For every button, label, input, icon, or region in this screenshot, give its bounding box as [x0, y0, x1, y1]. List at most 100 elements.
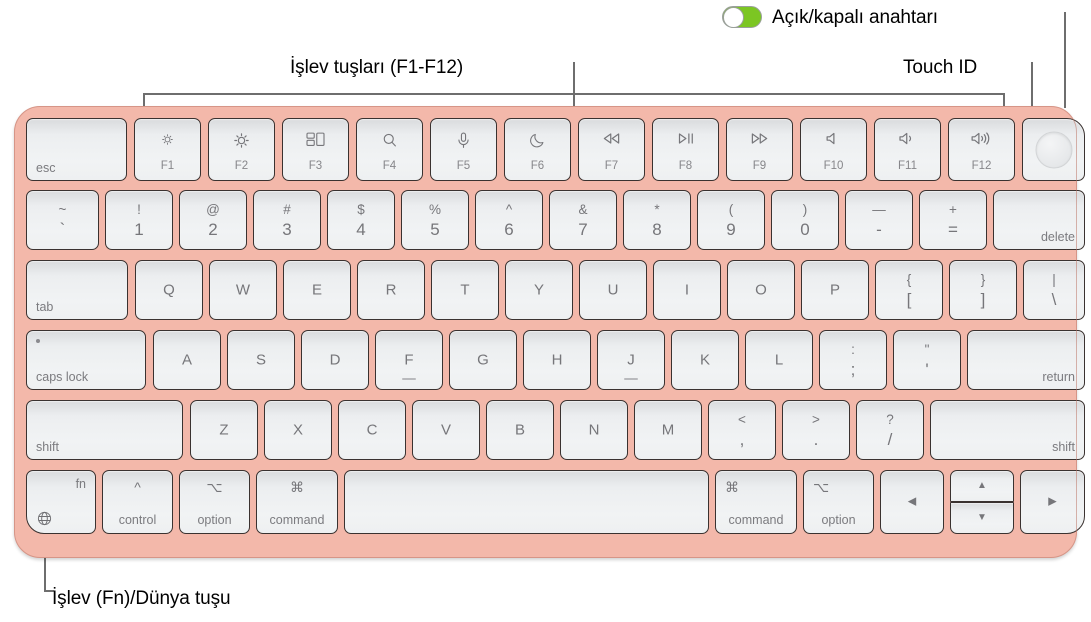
key-digit-7[interactable]: & 7: [549, 190, 617, 250]
key-digit-8[interactable]: * 8: [623, 190, 691, 250]
key-slash-question[interactable]: ? /: [856, 400, 924, 460]
key-digit-3[interactable]: # 3: [253, 190, 321, 250]
key-control-left[interactable]: ^ control: [102, 470, 173, 534]
key-2-lower: 2: [208, 220, 218, 240]
key-i-label: I: [684, 281, 690, 299]
key-command-left[interactable]: ⌘ command: [256, 470, 338, 534]
key-option-left[interactable]: ⌥ option: [179, 470, 250, 534]
key-arrow-right[interactable]: ▶: [1020, 470, 1085, 534]
key-bracket-left[interactable]: { [: [875, 260, 943, 320]
key-letter-u[interactable]: U: [579, 260, 647, 320]
key-backslash-upper: |: [1052, 271, 1056, 287]
key-letter-e[interactable]: E: [283, 260, 351, 320]
key-digit-4[interactable]: $ 4: [327, 190, 395, 250]
key-command-right[interactable]: ⌘ command: [715, 470, 797, 534]
key-digit-9[interactable]: ( 9: [697, 190, 765, 250]
key-letter-m[interactable]: M: [634, 400, 702, 460]
key-letter-o[interactable]: O: [727, 260, 795, 320]
key-backslash-pipe[interactable]: | \: [1023, 260, 1085, 320]
key-f8[interactable]: F8: [652, 118, 719, 181]
key-letter-b[interactable]: B: [486, 400, 554, 460]
key-comma-less[interactable]: < ,: [708, 400, 776, 460]
key-5-upper: %: [428, 201, 441, 217]
key-quote-apostrophe[interactable]: " ': [893, 330, 961, 390]
power-switch-toggle[interactable]: [722, 6, 762, 28]
key-arrow-down[interactable]: ▼: [950, 502, 1014, 534]
key-fn-globe[interactable]: fn: [26, 470, 96, 534]
key-letter-h[interactable]: H: [523, 330, 591, 390]
key-f10-label: F10: [823, 159, 844, 172]
leader-touch-id: [1031, 62, 1033, 108]
key-letter-n[interactable]: N: [560, 400, 628, 460]
key-f6[interactable]: F6: [504, 118, 571, 181]
key-digit-1[interactable]: ! 1: [105, 190, 173, 250]
key-letter-d[interactable]: D: [301, 330, 369, 390]
key-option-right[interactable]: ⌥ option: [803, 470, 874, 534]
key-letter-j[interactable]: J: [597, 330, 665, 390]
key-s-label: S: [255, 351, 266, 369]
key-q-label: Q: [163, 281, 175, 299]
key-f11[interactable]: F11: [874, 118, 941, 181]
key-letter-f[interactable]: F: [375, 330, 443, 390]
key-semicolon-colon[interactable]: : ;: [819, 330, 887, 390]
key-w-label: W: [235, 281, 251, 299]
key-equals-plus[interactable]: + =: [919, 190, 987, 250]
key-u-label: U: [607, 281, 619, 299]
key-letter-w[interactable]: W: [209, 260, 277, 320]
key-letter-i[interactable]: I: [653, 260, 721, 320]
key-period-greater[interactable]: > .: [782, 400, 850, 460]
key-letter-p[interactable]: P: [801, 260, 869, 320]
key-caps-lock[interactable]: caps lock: [26, 330, 146, 390]
key-letter-k[interactable]: K: [671, 330, 739, 390]
key-shift-right[interactable]: shift: [930, 400, 1085, 460]
key-1-upper: !: [137, 201, 141, 217]
key-shift-left[interactable]: shift: [26, 400, 183, 460]
key-arrow-up[interactable]: ▲: [950, 470, 1014, 502]
key-letter-x[interactable]: X: [264, 400, 332, 460]
key-digit-6[interactable]: ^ 6: [475, 190, 543, 250]
key-digit-0[interactable]: ) 0: [771, 190, 839, 250]
key-f11-label: F11: [898, 159, 917, 172]
key-f4[interactable]: F4: [356, 118, 423, 181]
key-letter-g[interactable]: G: [449, 330, 517, 390]
key-digit-5[interactable]: % 5: [401, 190, 469, 250]
key-letter-c[interactable]: C: [338, 400, 406, 460]
key-0-upper: ): [802, 201, 808, 217]
key-f10[interactable]: F10: [800, 118, 867, 181]
key-letter-a[interactable]: A: [153, 330, 221, 390]
key-space[interactable]: [344, 470, 709, 534]
key-delete[interactable]: delete: [993, 190, 1085, 250]
key-letter-y[interactable]: Y: [505, 260, 573, 320]
key-arrow-left[interactable]: ◀: [880, 470, 944, 534]
key-grave-tilde[interactable]: ~ `: [26, 190, 99, 250]
key-digit-2[interactable]: @ 2: [179, 190, 247, 250]
key-caps-lock-label: caps lock: [36, 369, 89, 384]
key-f9[interactable]: F9: [726, 118, 793, 181]
key-slash-upper: ?: [886, 411, 894, 427]
key-letter-z[interactable]: Z: [190, 400, 258, 460]
key-f1[interactable]: F1: [134, 118, 201, 181]
bracket-function-keys-left: [143, 93, 145, 107]
key-letter-v[interactable]: V: [412, 400, 480, 460]
key-letter-r[interactable]: R: [357, 260, 425, 320]
callout-touch-id: Touch ID: [903, 57, 978, 78]
key-f3[interactable]: F3: [282, 118, 349, 181]
key-minus-underscore[interactable]: — -: [845, 190, 913, 250]
key-letter-q[interactable]: Q: [135, 260, 203, 320]
key-touch-id[interactable]: [1022, 118, 1085, 181]
key-f7[interactable]: F7: [578, 118, 645, 181]
do-not-disturb-moon-icon: [505, 131, 570, 149]
key-9-lower: 9: [726, 220, 736, 240]
key-esc[interactable]: esc: [26, 118, 127, 181]
key-letter-t[interactable]: T: [431, 260, 499, 320]
key-f2[interactable]: F2: [208, 118, 275, 181]
key-bracket-right[interactable]: } ]: [949, 260, 1017, 320]
key-return[interactable]: return: [967, 330, 1085, 390]
key-letter-l[interactable]: L: [745, 330, 813, 390]
key-f12[interactable]: F12: [948, 118, 1015, 181]
key-letter-s[interactable]: S: [227, 330, 295, 390]
key-tab[interactable]: tab: [26, 260, 128, 320]
key-6-lower: 6: [504, 220, 514, 240]
key-f5[interactable]: F5: [430, 118, 497, 181]
key-y-label: Y: [533, 281, 544, 299]
